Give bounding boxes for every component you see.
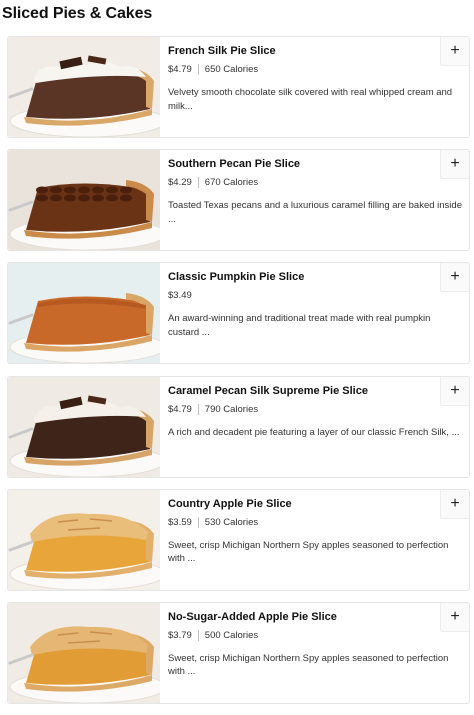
pie-slice-illustration — [8, 489, 160, 590]
section-title: Sliced Pies & Cakes — [2, 5, 153, 22]
pie-slice-image[interactable] — [8, 150, 160, 251]
menu-item-card[interactable]: Caramel Pecan Silk Supreme Pie Slice $4.… — [7, 375, 470, 478]
pie-slice-image[interactable] — [8, 489, 160, 590]
plus-icon: + — [450, 607, 460, 625]
add-to-order-button[interactable]: + — [440, 37, 469, 66]
pie-slice-image[interactable] — [8, 602, 160, 703]
pie-slice-illustration — [8, 602, 160, 703]
item-name[interactable]: Southern Pecan Pie Slice — [168, 158, 300, 170]
meta-divider — [197, 516, 199, 528]
meta-divider — [197, 64, 199, 75]
plus-icon: + — [450, 42, 460, 59]
item-price: $4.79 — [168, 403, 192, 415]
add-to-order-button[interactable]: + — [440, 376, 469, 406]
add-to-order-button[interactable]: + — [440, 263, 469, 293]
item-name[interactable]: French Silk Pie Slice — [168, 45, 276, 57]
menu-item-card[interactable]: French Silk Pie Slice $4.79 650 Calories… — [7, 36, 470, 138]
item-price: $3.79 — [168, 629, 192, 641]
pie-slice-illustration — [8, 37, 160, 137]
item-calories: 790 Calories — [204, 403, 259, 415]
plus-icon: + — [450, 381, 460, 399]
pie-slice-image[interactable] — [8, 37, 160, 137]
menu-item-card[interactable]: Southern Pecan Pie Slice $4.29 670 Calor… — [7, 149, 470, 252]
pie-slice-illustration — [8, 376, 160, 477]
item-price: $4.29 — [168, 177, 192, 189]
item-price: $3.59 — [168, 516, 192, 528]
item-calories: 530 Calories — [204, 516, 259, 528]
plus-icon: + — [450, 494, 460, 512]
item-calories: 650 Calories — [204, 64, 259, 75]
pie-slice-image[interactable] — [8, 376, 160, 477]
item-name[interactable]: Country Apple Pie Slice — [168, 498, 292, 510]
add-to-order-button[interactable]: + — [440, 150, 469, 180]
item-description: Velvety smooth chocolate silk covered wi… — [168, 87, 453, 112]
menu-item-card[interactable]: Classic Pumpkin Pie Slice $3.49 An award… — [7, 262, 470, 365]
item-meta: $4.79 650 Calories — [168, 64, 258, 75]
add-to-order-button[interactable]: + — [440, 489, 469, 519]
item-description: An award-winning and traditional treat m… — [168, 313, 431, 338]
meta-divider — [197, 177, 199, 189]
item-description: Toasted Texas pecans and a luxurious car… — [168, 200, 462, 225]
menu-item-card[interactable]: No-Sugar-Added Apple Pie Slice $3.79 500… — [7, 601, 470, 704]
item-name[interactable]: Caramel Pecan Silk Supreme Pie Slice — [168, 385, 368, 397]
plus-icon: + — [450, 268, 460, 286]
item-price: $4.79 — [168, 64, 192, 75]
item-name[interactable]: No-Sugar-Added Apple Pie Slice — [168, 611, 337, 623]
item-price: $3.49 — [168, 290, 192, 302]
item-meta: $4.29 670 Calories — [168, 177, 259, 189]
item-meta: $3.79 500 Calories — [168, 629, 259, 641]
item-calories: 500 Calories — [204, 629, 259, 641]
item-description: Sweet, crisp Michigan Northern Spy apple… — [168, 652, 449, 678]
pie-slice-illustration — [8, 150, 160, 251]
plus-icon: + — [450, 155, 460, 173]
item-description: A rich and decadent pie featuring a laye… — [168, 426, 460, 438]
item-name[interactable]: Classic Pumpkin Pie Slice — [168, 271, 304, 283]
pie-slice-illustration — [8, 263, 160, 364]
item-meta: $3.49 — [168, 290, 192, 301]
menu-item-card[interactable]: Country Apple Pie Slice $3.59 530 Calori… — [7, 488, 470, 591]
menu-item-list: French Silk Pie Slice $4.79 650 Calories… — [7, 36, 470, 715]
item-meta: $4.79 790 Calories — [168, 403, 259, 415]
item-calories: 670 Calories — [204, 177, 259, 189]
meta-divider — [197, 403, 199, 415]
item-description: Sweet, crisp Michigan Northern Spy apple… — [168, 539, 449, 565]
meta-divider — [197, 629, 199, 641]
item-meta: $3.59 530 Calories — [168, 516, 259, 528]
add-to-order-button[interactable]: + — [440, 602, 469, 632]
pie-slice-image[interactable] — [8, 263, 160, 364]
